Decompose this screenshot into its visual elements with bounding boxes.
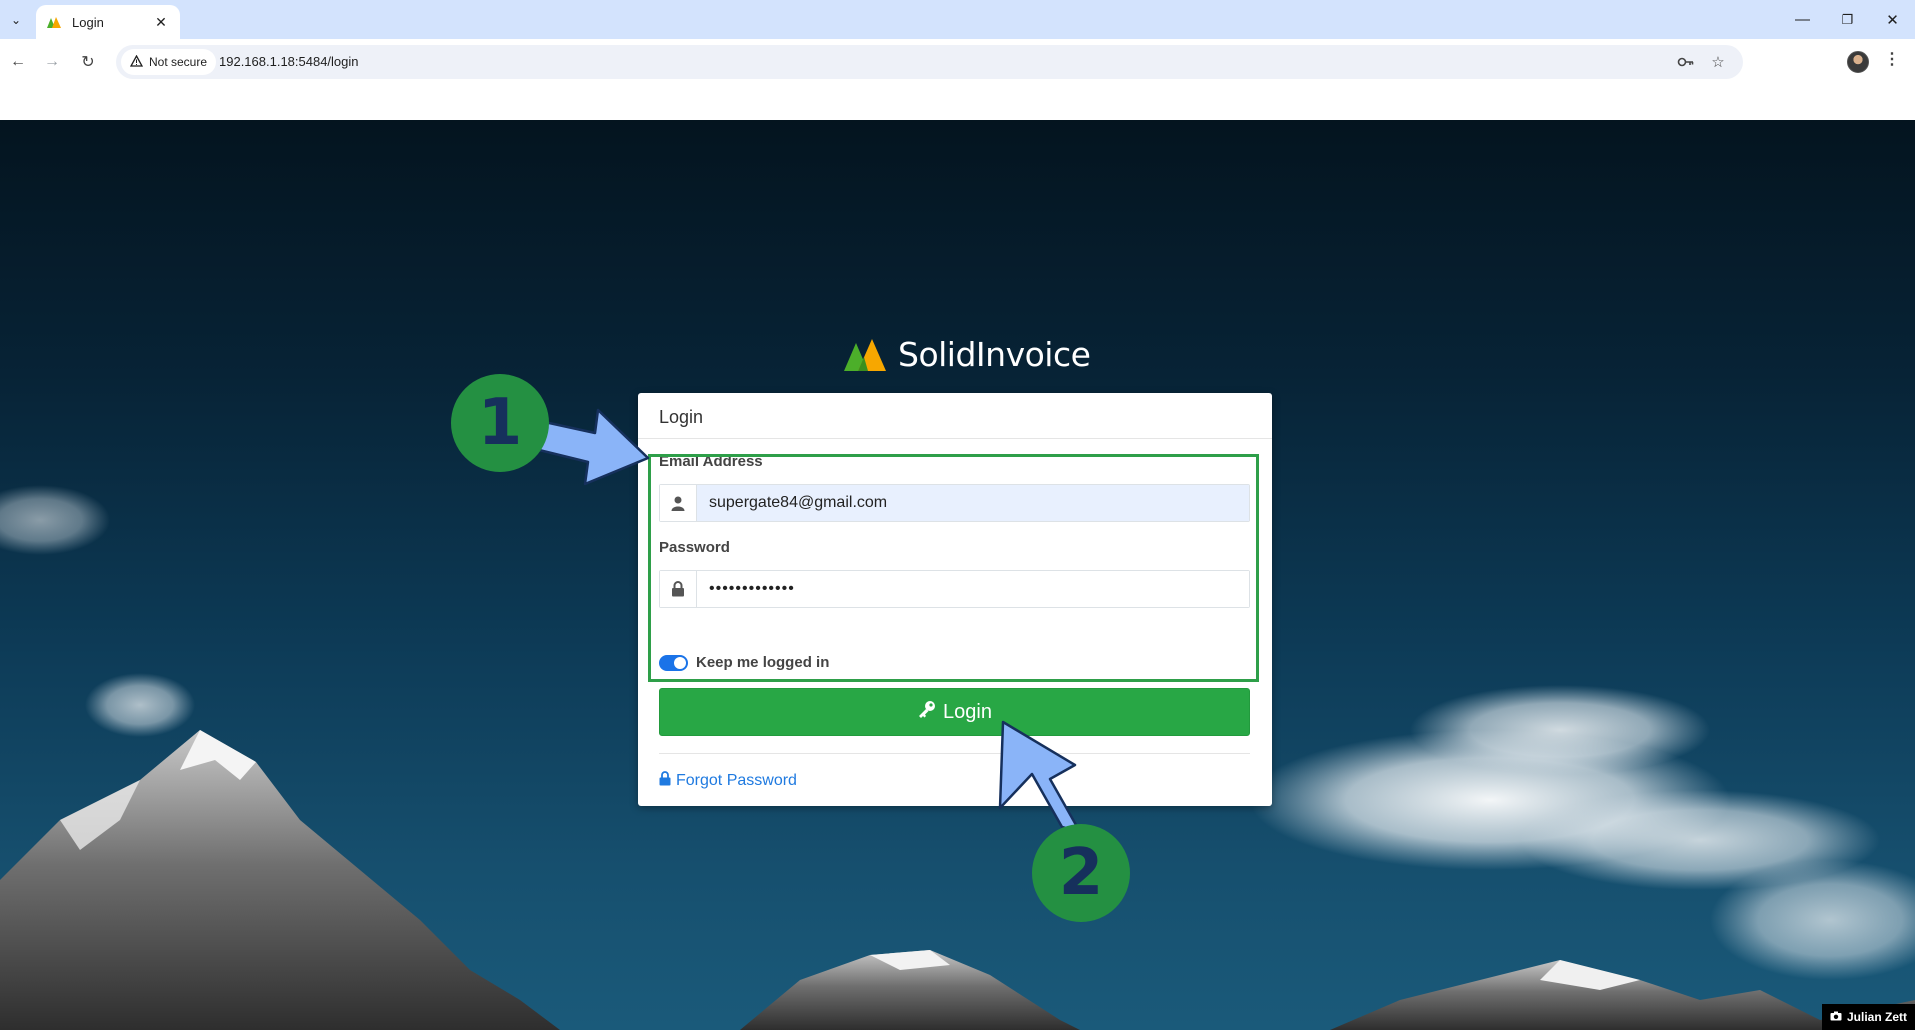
password-key-icon[interactable] — [1676, 52, 1696, 72]
card-title: Login — [638, 393, 1272, 439]
solidinvoice-favicon-icon — [46, 14, 62, 30]
step-2-badge: 2 — [1032, 824, 1130, 922]
security-label: Not secure — [149, 55, 208, 69]
tab-title: Login — [72, 14, 104, 30]
forgot-password-link[interactable]: Forgot Password — [659, 771, 797, 791]
window-controls: — ❐ ✕ — [1780, 0, 1915, 39]
forgot-password-label: Forgot Password — [676, 772, 797, 789]
key-icon — [917, 699, 937, 725]
close-tab-icon[interactable]: ✕ — [152, 14, 170, 31]
brand-logo: SolidInvoice — [842, 332, 1091, 376]
url-text[interactable]: 192.168.1.18:5484/login — [219, 54, 359, 69]
forward-button[interactable]: → — [38, 49, 66, 75]
solidinvoice-logo-icon — [844, 339, 886, 371]
close-window-button[interactable]: ✕ — [1870, 0, 1915, 39]
brand-name: SolidInvoice — [898, 334, 1091, 374]
card-divider — [659, 753, 1250, 754]
login-button-label: Login — [943, 700, 992, 723]
minimize-button[interactable]: — — [1780, 0, 1825, 39]
browser-toolbar: ← → ↻ Not secure 192.168.1.18:5484/login… — [0, 39, 1915, 84]
lock-small-icon — [659, 771, 671, 791]
security-chip[interactable]: Not secure — [121, 49, 217, 75]
camera-icon — [1830, 1010, 1842, 1024]
address-bar[interactable]: Not secure 192.168.1.18:5484/login ☆ — [116, 45, 1743, 79]
page-top-band — [0, 84, 1915, 120]
tab-search-button[interactable]: ⌄ — [4, 8, 28, 32]
step-1-badge: 1 — [451, 374, 549, 472]
restore-button[interactable]: ❐ — [1825, 0, 1870, 39]
form-highlight-box — [648, 454, 1259, 682]
warning-icon — [129, 54, 144, 70]
back-button[interactable]: ← — [4, 49, 32, 75]
bookmark-star-icon[interactable]: ☆ — [1708, 52, 1728, 72]
login-button[interactable]: Login — [659, 688, 1250, 736]
tab-strip: ⌄ Login ✕ — ❐ ✕ — [0, 0, 1915, 39]
photo-credit-name: Julian Zett — [1847, 1010, 1908, 1024]
photo-credit: Julian Zett — [1822, 1004, 1915, 1030]
profile-avatar[interactable] — [1847, 51, 1869, 73]
browser-menu-icon[interactable]: ⋮ — [1884, 49, 1900, 69]
browser-tab[interactable]: Login ✕ — [36, 5, 180, 39]
reload-button[interactable]: ↻ — [74, 49, 102, 75]
